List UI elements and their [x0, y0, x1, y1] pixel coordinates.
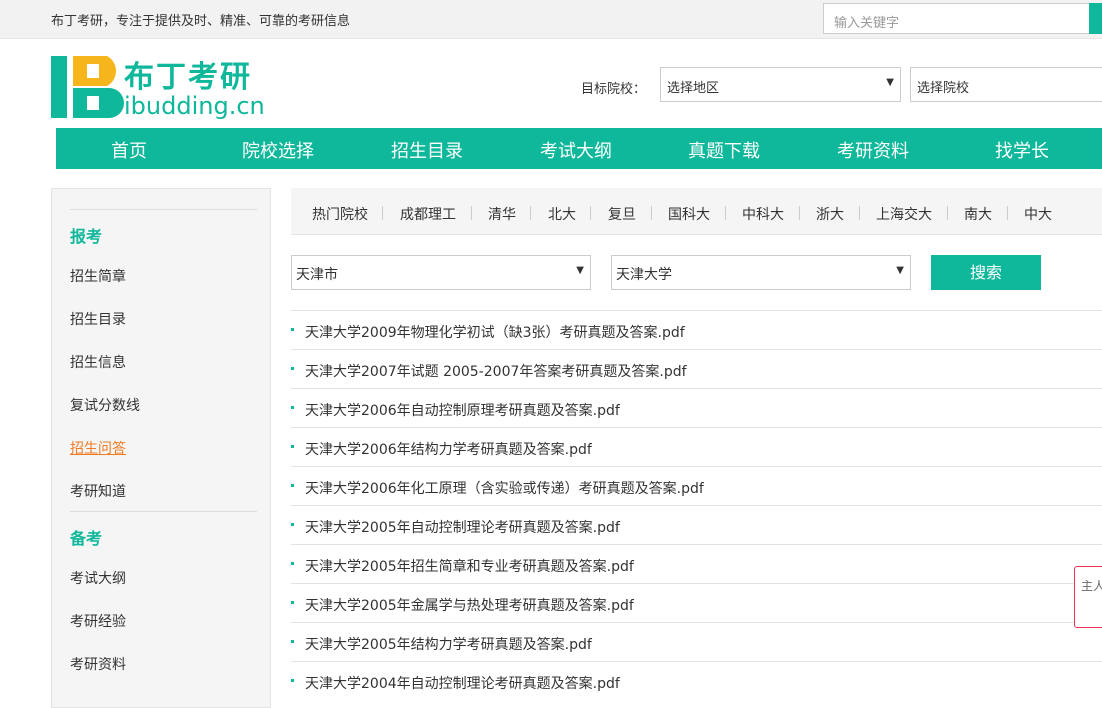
separator — [651, 206, 652, 220]
separator — [382, 206, 383, 220]
city-select-value: 天津市 — [296, 267, 338, 283]
file-link[interactable]: 天津大学2005年金属学与热处理考研真题及答案.pdf — [305, 595, 634, 615]
chevron-down-icon: ▼ — [886, 77, 894, 88]
separator — [859, 206, 860, 220]
logo-text-en: ibudding.cn — [124, 92, 265, 120]
list-item[interactable]: 天津大学2007年试题 2005-2007年答案考研真题及答案.pdf — [291, 349, 1102, 388]
list-item[interactable]: 天津大学2006年化工原理（含实验或传递）考研真题及答案.pdf — [291, 466, 1102, 505]
hot-school-link[interactable]: 国科大 — [668, 204, 710, 224]
school-select[interactable]: 选择院校 — [910, 67, 1102, 102]
sidebar-divider — [70, 209, 257, 210]
logo-text-cn: 布丁考研 — [124, 60, 252, 95]
sidebar: 报考 招生简章 招生目录 招生信息 复试分数线 招生问答 考研知道 备考 考试大… — [51, 188, 271, 708]
hot-school-link[interactable]: 中大 — [1024, 204, 1052, 224]
list-item[interactable]: 天津大学2006年结构力学考研真题及答案.pdf — [291, 427, 1102, 466]
list-item[interactable]: 天津大学2005年招生简章和专业考研真题及答案.pdf — [291, 544, 1102, 583]
keyword-search-button[interactable] — [1089, 3, 1102, 34]
university-select[interactable]: 天津大学 ▼ — [611, 255, 911, 290]
hot-schools-label: 热门院校 — [312, 207, 368, 223]
list-item[interactable]: 天津大学2005年金属学与热处理考研真题及答案.pdf — [291, 583, 1102, 622]
city-select[interactable]: 天津市 ▼ — [291, 255, 591, 290]
nav-item-catalog[interactable]: 招生目录 — [391, 137, 463, 163]
university-select-value: 天津大学 — [616, 267, 672, 283]
separator — [725, 206, 726, 220]
bullet-icon — [291, 484, 294, 487]
bullet-icon — [291, 523, 294, 526]
file-link[interactable]: 天津大学2009年物理化学初试（缺3张）考研真题及答案.pdf — [305, 322, 685, 342]
bullet-icon — [291, 679, 294, 682]
sidebar-item-experience[interactable]: 考研经验 — [70, 611, 126, 631]
region-select[interactable]: 选择地区 ▼ — [660, 67, 901, 102]
separator — [530, 206, 531, 220]
bullet-icon — [291, 562, 294, 565]
list-item[interactable]: 天津大学2004年自动控制理论考研真题及答案.pdf — [291, 661, 1102, 700]
target-school-label: 目标院校： — [581, 82, 647, 97]
bullet-icon — [291, 328, 294, 331]
sidebar-item-info[interactable]: 招生信息 — [70, 352, 126, 372]
hot-school-link[interactable]: 北大 — [548, 204, 576, 224]
hot-school-link[interactable]: 复旦 — [608, 204, 636, 224]
sidebar-item-syllabus[interactable]: 考试大纲 — [70, 568, 126, 588]
region-select-value: 选择地区 — [667, 81, 720, 96]
site-slogan: 布丁考研，专注于提供及时、精准、可靠的考研信息 — [51, 14, 351, 29]
file-link[interactable]: 天津大学2006年化工原理（含实验或传递）考研真题及答案.pdf — [305, 478, 704, 498]
separator — [590, 206, 591, 220]
list-item[interactable]: 天津大学2005年自动控制理论考研真题及答案.pdf — [291, 505, 1102, 544]
bullet-icon — [291, 640, 294, 643]
sidebar-section-apply: 报考 — [70, 227, 103, 246]
hot-school-link[interactable]: 浙大 — [816, 204, 844, 224]
main-nav: 首页 院校选择 招生目录 考试大纲 真题下载 考研资料 找学长 — [56, 128, 1102, 169]
separator — [1007, 206, 1008, 220]
top-bar: 布丁考研，专注于提供及时、精准、可靠的考研信息 输入关键字 — [0, 0, 1102, 39]
list-item[interactable]: 天津大学2009年物理化学初试（缺3张）考研真题及答案.pdf — [291, 310, 1102, 349]
file-link[interactable]: 天津大学2005年结构力学考研真题及答案.pdf — [305, 634, 592, 654]
list-item[interactable]: 天津大学2006年自动控制原理考研真题及答案.pdf — [291, 388, 1102, 427]
file-link[interactable]: 天津大学2007年试题 2005-2007年答案考研真题及答案.pdf — [305, 361, 687, 381]
chevron-down-icon: ▼ — [896, 265, 904, 276]
nav-item-syllabus[interactable]: 考试大纲 — [540, 137, 612, 163]
bullet-icon — [291, 406, 294, 409]
file-link[interactable]: 天津大学2006年自动控制原理考研真题及答案.pdf — [305, 400, 620, 420]
hot-school-link[interactable]: 南大 — [964, 204, 992, 224]
nav-item-schools[interactable]: 院校选择 — [242, 137, 314, 163]
file-link[interactable]: 天津大学2005年自动控制理论考研真题及答案.pdf — [305, 517, 620, 537]
separator — [799, 206, 800, 220]
separator — [947, 206, 948, 220]
floating-tip[interactable]: 主人 — [1074, 566, 1102, 628]
sidebar-section-prepare: 备考 — [70, 529, 103, 548]
chevron-down-icon: ▼ — [576, 265, 584, 276]
nav-item-home[interactable]: 首页 — [111, 137, 147, 163]
sidebar-item-retest-score[interactable]: 复试分数线 — [70, 395, 140, 415]
nav-item-past-papers[interactable]: 真题下载 — [688, 137, 760, 163]
file-link[interactable]: 天津大学2005年招生简章和专业考研真题及答案.pdf — [305, 556, 634, 576]
sidebar-item-qa[interactable]: 招生问答 — [70, 438, 126, 458]
sidebar-item-catalog[interactable]: 招生目录 — [70, 309, 126, 329]
school-select-value: 选择院校 — [917, 81, 970, 96]
sidebar-divider — [70, 511, 257, 512]
keyword-search-input[interactable]: 输入关键字 — [823, 3, 1093, 34]
bullet-icon — [291, 445, 294, 448]
sidebar-item-knowledge[interactable]: 考研知道 — [70, 481, 126, 501]
bullet-icon — [291, 601, 294, 604]
search-button[interactable]: 搜索 — [931, 255, 1041, 290]
sidebar-item-brochure[interactable]: 招生简章 — [70, 266, 126, 286]
hot-school-link[interactable]: 上海交大 — [876, 204, 932, 224]
sidebar-item-materials[interactable]: 考研资料 — [70, 654, 126, 674]
file-link[interactable]: 天津大学2006年结构力学考研真题及答案.pdf — [305, 439, 592, 459]
hot-school-link[interactable]: 中科大 — [742, 204, 784, 224]
list-item[interactable]: 天津大学2005年结构力学考研真题及答案.pdf — [291, 622, 1102, 661]
nav-item-seniors[interactable]: 找学长 — [995, 137, 1049, 163]
hot-schools-bar: 热门院校 成都理工 清华 北大 复旦 国科大 中科大 浙大 上海交大 南大 中大 — [291, 188, 1102, 235]
hot-school-link[interactable]: 成都理工 — [400, 204, 456, 224]
separator — [471, 206, 472, 220]
nav-item-materials[interactable]: 考研资料 — [837, 137, 909, 163]
hot-school-link[interactable]: 清华 — [488, 204, 516, 224]
bullet-icon — [291, 367, 294, 370]
file-link[interactable]: 天津大学2004年自动控制理论考研真题及答案.pdf — [305, 673, 620, 693]
